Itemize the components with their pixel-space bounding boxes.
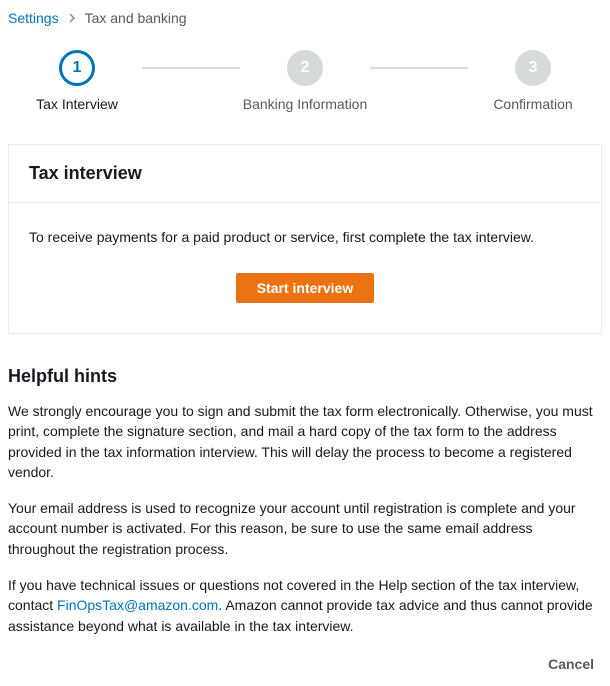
- cancel-button[interactable]: Cancel: [540, 652, 602, 676]
- contact-email-link[interactable]: FinOpsTax@amazon.com: [57, 597, 218, 613]
- footer-actions: Cancel: [8, 652, 602, 676]
- panel-description: To receive payments for a paid product o…: [29, 229, 581, 245]
- start-interview-button[interactable]: Start interview: [236, 273, 374, 303]
- panel-body: To receive payments for a paid product o…: [9, 203, 601, 333]
- step-connector: [370, 67, 468, 69]
- helpful-hints: Helpful hints We strongly encourage you …: [8, 366, 602, 636]
- step-label: Banking Information: [243, 96, 368, 112]
- hint-paragraph: If you have technical issues or question…: [8, 575, 602, 636]
- tax-interview-panel: Tax interview To receive payments for a …: [8, 144, 602, 334]
- hint-paragraph: We strongly encourage you to sign and su…: [8, 401, 602, 482]
- hint-paragraph: Your email address is used to recognize …: [8, 498, 602, 559]
- hints-title: Helpful hints: [8, 366, 602, 387]
- breadcrumb: Settings Tax and banking: [8, 10, 602, 26]
- step-confirmation: 3 Confirmation: [468, 50, 598, 112]
- step-label: Tax Interview: [36, 96, 118, 112]
- step-label: Confirmation: [493, 96, 572, 112]
- stepper: 1 Tax Interview 2 Banking Information 3 …: [8, 50, 602, 112]
- breadcrumb-settings-link[interactable]: Settings: [8, 10, 59, 26]
- breadcrumb-current: Tax and banking: [85, 10, 187, 26]
- step-number: 1: [59, 50, 95, 86]
- step-connector: [142, 67, 240, 69]
- panel-header: Tax interview: [9, 145, 601, 203]
- step-number: 3: [515, 50, 551, 86]
- chevron-right-icon: [67, 10, 77, 26]
- panel-title: Tax interview: [29, 163, 581, 184]
- step-number: 2: [287, 50, 323, 86]
- step-banking-information: 2 Banking Information: [240, 50, 370, 112]
- step-tax-interview: 1 Tax Interview: [12, 50, 142, 112]
